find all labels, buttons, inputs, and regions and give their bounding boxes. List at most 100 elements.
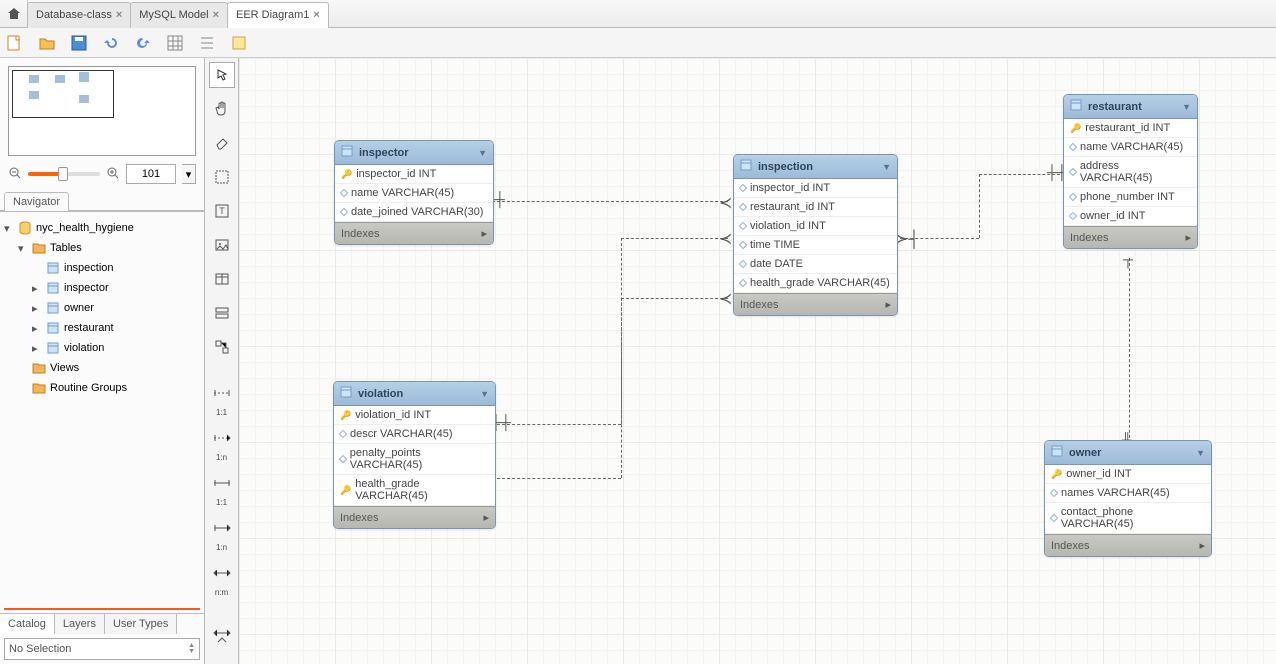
image-tool[interactable]	[209, 232, 235, 258]
entity-inspector[interactable]: inspector▼ 🔑inspector_id INT name VARCHA…	[334, 140, 494, 245]
key-icon: 🔑	[340, 485, 351, 496]
column-label: inspector_id INT	[750, 182, 830, 194]
column-icon	[739, 203, 747, 211]
entity-owner[interactable]: owner▼ 🔑owner_id INT names VARCHAR(45) c…	[1044, 440, 1212, 557]
column-icon	[739, 279, 747, 287]
close-icon[interactable]: ×	[116, 9, 122, 21]
collapse-icon[interactable]: ▼	[882, 162, 891, 172]
tree-item-inspection[interactable]: inspection	[4, 258, 200, 278]
indexes-section[interactable]: Indexes ▸	[335, 222, 493, 244]
key-icon: 🔑	[1051, 469, 1062, 480]
save-icon[interactable]	[68, 32, 90, 54]
toolbar	[0, 28, 1276, 58]
column-label: address VARCHAR(45)	[1080, 160, 1191, 184]
layer-tool[interactable]	[209, 164, 235, 190]
redo-icon[interactable]	[132, 32, 154, 54]
home-tab[interactable]	[0, 0, 28, 28]
indexes-label: Indexes	[341, 228, 380, 240]
tree-item-owner[interactable]: ▸ owner	[4, 298, 200, 318]
bottom-tab-catalog[interactable]: Catalog	[0, 614, 55, 634]
zoom-drop-icon[interactable]: ▾	[182, 164, 196, 184]
column-label: phone_number INT	[1080, 191, 1175, 203]
close-icon[interactable]: ×	[313, 9, 319, 21]
view-tool[interactable]	[209, 300, 235, 326]
column-icon	[340, 208, 348, 216]
column-label: names VARCHAR(45)	[1061, 487, 1170, 499]
rel-1-n-id[interactable]	[209, 515, 235, 541]
expand-icon: ▸	[483, 511, 489, 524]
indexes-section[interactable]: Indexes▸	[1045, 534, 1211, 556]
indexes-section[interactable]: Indexes▸	[734, 293, 897, 315]
tab-label: EER Diagram1	[236, 9, 309, 21]
rel-existing-cols[interactable]	[209, 623, 235, 649]
folder-icon	[32, 381, 46, 395]
table-icon	[1051, 445, 1063, 460]
rel-1-1-nonid[interactable]	[209, 380, 235, 406]
bottom-tab-usertypes[interactable]: User Types	[105, 614, 177, 634]
navigator-thumb[interactable]	[8, 66, 196, 156]
entity-violation[interactable]: violation▼ 🔑violation_id INT descr VARCH…	[333, 381, 496, 529]
rel-1-1-id[interactable]	[209, 470, 235, 496]
indexes-section[interactable]: Indexes▸	[1064, 226, 1197, 248]
routine-tool[interactable]	[209, 334, 235, 360]
selection-combo[interactable]: No Selection ▲▼	[4, 638, 200, 660]
column-icon	[1069, 168, 1077, 176]
column-label: health_grade VARCHAR(45)	[750, 277, 890, 289]
collapse-icon[interactable]: ▼	[1182, 102, 1191, 112]
tree-item-violation[interactable]: ▸ violation	[4, 338, 200, 358]
column-label: name VARCHAR(45)	[1080, 141, 1183, 153]
collapse-icon[interactable]: ▼	[478, 148, 487, 158]
tree-db[interactable]: ▾ nyc_health_hygiene	[4, 218, 200, 238]
column-label: contact_phone VARCHAR(45)	[1061, 506, 1205, 530]
tree-item-inspector[interactable]: ▸ inspector	[4, 278, 200, 298]
indexes-section[interactable]: Indexes▸	[334, 506, 495, 528]
close-icon[interactable]: ×	[213, 9, 219, 21]
table-tool[interactable]	[209, 266, 235, 292]
entity-restaurant[interactable]: restaurant▼ 🔑restaurant_id INT name VARC…	[1063, 94, 1198, 249]
tree-item-label: restaurant	[64, 322, 114, 334]
tab-mysql-model[interactable]: MySQL Model ×	[130, 2, 228, 28]
tree-item-restaurant[interactable]: ▸ restaurant	[4, 318, 200, 338]
zoom-in-icon[interactable]	[106, 166, 120, 183]
main-area: 101 ▾ Navigator ▾ nyc_health_hygiene ▾ T…	[0, 58, 1276, 664]
open-file-icon[interactable]	[36, 32, 58, 54]
key-icon: 🔑	[341, 169, 352, 180]
expand-icon: ▸	[481, 227, 487, 240]
table-icon	[46, 261, 60, 275]
hand-tool[interactable]	[209, 96, 235, 122]
zoom-slider[interactable]	[28, 172, 100, 176]
indexes-label: Indexes	[1051, 540, 1090, 552]
collapse-icon[interactable]: ▼	[1196, 448, 1205, 458]
pointer-tool[interactable]	[209, 62, 235, 88]
eraser-tool[interactable]	[209, 130, 235, 156]
undo-icon[interactable]	[100, 32, 122, 54]
grid-icon[interactable]	[164, 32, 186, 54]
tab-bar: Database-class × MySQL Model × EER Diagr…	[0, 0, 1276, 28]
rel-label: 1:n	[216, 453, 227, 462]
column-icon	[739, 260, 747, 268]
entity-inspection[interactable]: inspection▼ inspector_id INT restaurant_…	[733, 154, 898, 316]
zoom-out-icon[interactable]	[8, 166, 22, 183]
zoom-value[interactable]: 101	[126, 164, 176, 184]
column-icon	[739, 241, 747, 249]
tab-eer-diagram[interactable]: EER Diagram1 ×	[227, 2, 329, 28]
rel-1-n-nonid[interactable]	[209, 425, 235, 451]
align-icon[interactable]	[196, 32, 218, 54]
bottom-tab-layers[interactable]: Layers	[55, 614, 105, 634]
navigator-tab[interactable]: Navigator	[4, 192, 69, 211]
note-icon[interactable]	[228, 32, 250, 54]
tree-views[interactable]: Views	[4, 358, 200, 378]
tree-routines[interactable]: Routine Groups	[4, 378, 200, 398]
tree-item-label: violation	[64, 342, 104, 354]
tree-routines-label: Routine Groups	[50, 382, 127, 394]
column-label: time TIME	[750, 239, 800, 251]
entity-title: inspection	[758, 161, 813, 173]
collapse-icon[interactable]: ▼	[480, 389, 489, 399]
new-file-icon[interactable]	[4, 32, 26, 54]
tab-database-class[interactable]: Database-class ×	[27, 2, 131, 28]
text-tool[interactable]: T	[209, 198, 235, 224]
rel-n-m[interactable]	[209, 560, 235, 586]
diagram-canvas[interactable]: ┼┼ ≺ ┼┼ ≺ ≻┤ ┼┼ ≺ ┬ ╨ inspector▼ 🔑inspec…	[239, 58, 1276, 664]
entity-title: owner	[1069, 447, 1101, 459]
tree-tables[interactable]: ▾ Tables	[4, 238, 200, 258]
